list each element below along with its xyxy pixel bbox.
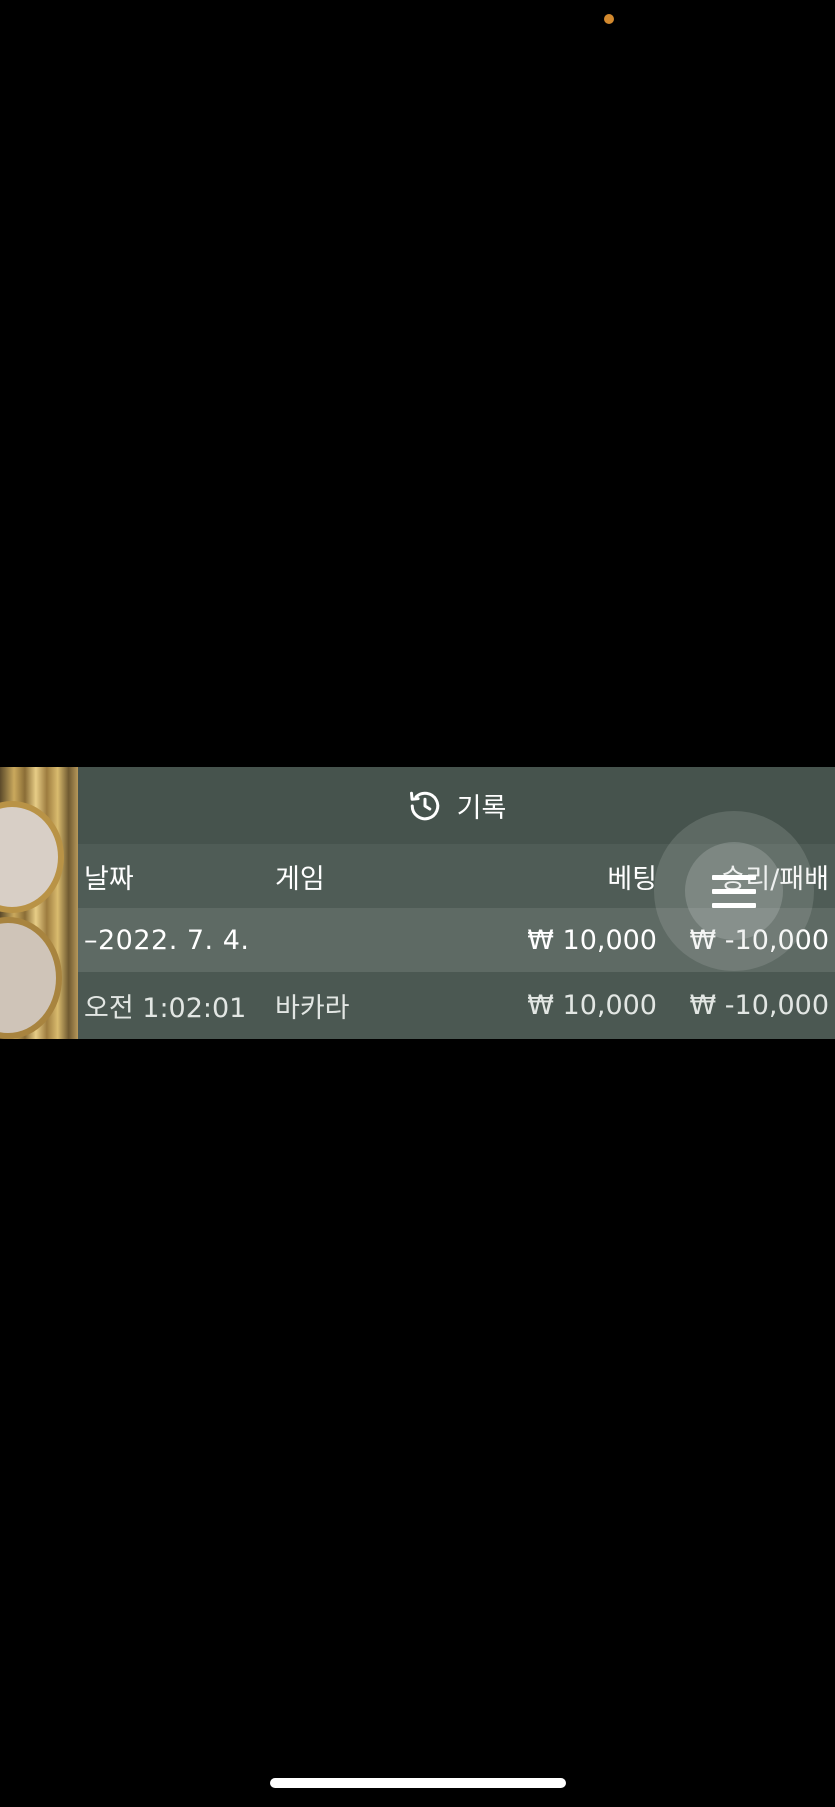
column-header-date[interactable]: 날짜: [84, 844, 134, 908]
camera-indicator-dot: [604, 14, 614, 24]
history-title: 기록: [456, 793, 507, 824]
entry-time: 오전 1:02:01: [84, 993, 247, 1024]
column-header-bet[interactable]: 베팅: [607, 844, 657, 908]
column-header-game[interactable]: 게임: [275, 844, 325, 908]
entry-bet: ₩ 10,000: [527, 990, 657, 1021]
screen: 기록 날짜 게임 베팅 승리/패배 –2022. 7. 4. ₩ 10,000 …: [0, 0, 835, 1807]
entry-game: 바카라: [275, 993, 350, 1024]
date-group-label: –2022. 7. 4.: [84, 924, 250, 956]
date-group-bet: ₩ 10,000: [527, 924, 657, 956]
menu-icon: [712, 874, 756, 908]
entry-result: ₩ -10,000: [689, 990, 830, 1021]
floating-menu-button-inner: [685, 842, 783, 940]
home-indicator[interactable]: [270, 1778, 566, 1788]
gold-frame-decoration: [0, 767, 78, 1039]
table-row[interactable]: 오전 1:02:01 바카라 ₩ 10,000 ₩ -10,000: [78, 972, 835, 1039]
floating-menu-button[interactable]: [654, 811, 814, 971]
history-icon: [407, 788, 443, 824]
